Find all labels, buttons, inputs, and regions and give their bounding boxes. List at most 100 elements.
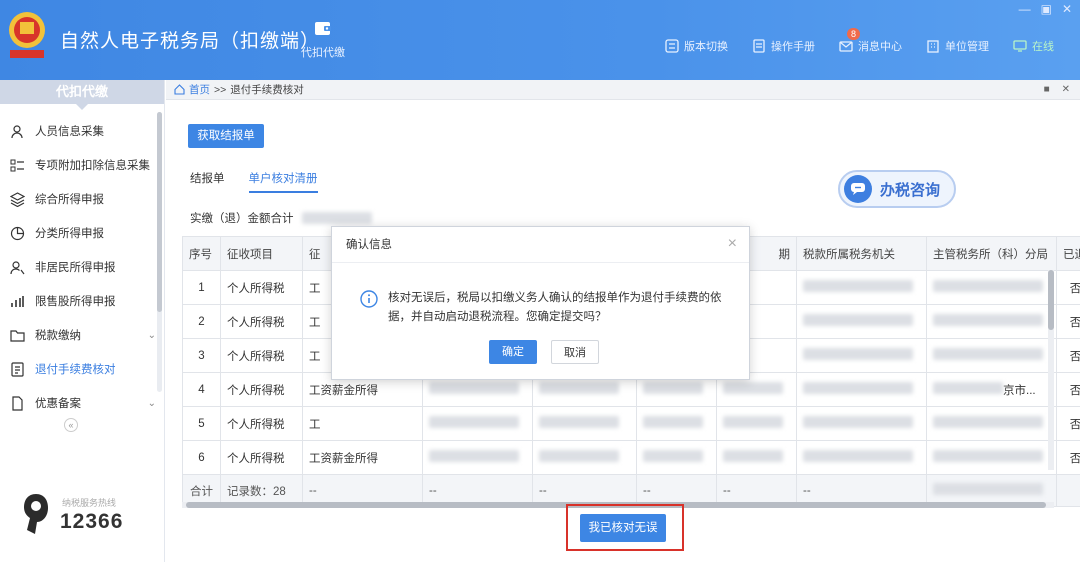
minimize-icon[interactable]: — <box>1019 2 1031 16</box>
sidebar-item-restricted-shares[interactable]: 限售股所得申报 <box>0 284 164 318</box>
withholding-feature-button[interactable]: 代扣代缴 <box>296 18 350 60</box>
cell-office <box>926 270 1057 305</box>
doc-icon <box>12 395 23 411</box>
sidebar-item-preferential-filing[interactable]: 优惠备案 ⌄ <box>0 386 164 420</box>
layers-icon <box>10 191 25 207</box>
chevron-down-icon: ⌄ <box>147 329 156 341</box>
tabs: 结报单 单户核对清册 <box>190 170 318 193</box>
sidebar-item-refund-fee-check[interactable]: 退付手续费核对 <box>0 352 164 386</box>
cell-office <box>926 406 1057 441</box>
restore-icon[interactable]: ▣ <box>1041 2 1052 16</box>
sidebar-item-category-income[interactable]: 分类所得申报 <box>0 216 164 250</box>
sidebar-item-tax-payment[interactable]: 税款缴纳 ⌄ <box>0 318 164 352</box>
close-window-icon[interactable]: ✕ <box>1062 2 1072 16</box>
breadcrumb-home[interactable]: 首页 <box>189 82 210 97</box>
cell-redacted <box>422 406 533 441</box>
hotline-caption: 纳税服务热线 <box>62 498 117 508</box>
person-alt-icon <box>10 260 25 274</box>
cell-no: 6 <box>182 440 221 475</box>
cell-refunded: 否 <box>1056 338 1080 373</box>
cell-no: 3 <box>182 338 221 373</box>
table-vertical-scrollbar[interactable] <box>1048 270 1054 470</box>
dialog-message: 核对无误后，税局以扣缴义务人确认的结报单作为退付手续费的依据，并自动启动退税流程… <box>388 292 722 323</box>
sidebar-item-label: 退付手续费核对 <box>35 364 116 376</box>
sidebar-item-comprehensive-income[interactable]: 综合所得申报 <box>0 182 164 216</box>
cell-redacted <box>532 440 637 475</box>
cell-office <box>926 440 1057 475</box>
table-row[interactable]: 5 个人所得税 工 否 <box>182 406 1080 441</box>
sidebar-menu: 人员信息采集 专项附加扣除信息采集 综合所得申报 分类所得申报 非居民所得申报 … <box>0 114 164 420</box>
sidebar-item-special-deduction[interactable]: 专项附加扣除信息采集 <box>0 148 164 182</box>
sidebar-item-label: 分类所得申报 <box>35 228 104 240</box>
manual-link[interactable]: 操作手册 <box>752 38 815 54</box>
dialog-ok-button[interactable]: 确定 <box>489 340 537 364</box>
feature-button-label: 代扣代缴 <box>301 47 345 59</box>
doc-check-icon <box>11 361 24 377</box>
unit-management-link[interactable]: 单位管理 <box>926 38 989 54</box>
breadcrumb: 首页 >> 退付手续费核对 <box>166 80 1080 100</box>
office-tail: 京市... <box>1003 384 1036 397</box>
header-link-label: 单位管理 <box>945 41 989 53</box>
cell-refunded: 否 <box>1056 440 1080 475</box>
close-tab-icon[interactable]: ✕ <box>1062 84 1070 95</box>
tax-emblem-logo <box>9 12 45 58</box>
chevron-down-icon: ⌄ <box>147 397 156 409</box>
sidebar-item-nonresident-income[interactable]: 非居民所得申报 <box>0 250 164 284</box>
cell-tax-authority <box>796 440 927 475</box>
cell-item: 工 <box>302 406 423 441</box>
breadcrumb-separator: >> <box>214 83 227 96</box>
maximize-tab-icon[interactable]: ■ <box>1044 84 1050 95</box>
cell-project: 个人所得税 <box>220 372 303 407</box>
table-row[interactable]: 6 个人所得税 工资薪金所得 否 <box>182 440 1080 475</box>
manual-icon <box>753 39 765 53</box>
collapse-sidebar-icon[interactable]: « <box>64 418 78 432</box>
cell-office: 京市... <box>926 372 1057 407</box>
header-link-label: 版本切换 <box>684 41 728 53</box>
online-icon <box>1013 40 1027 52</box>
amount-total: 实缴（退）金额合计 <box>190 210 372 226</box>
message-center-link[interactable]: 8 消息中心 <box>839 28 902 54</box>
online-status-link[interactable]: 在线 <box>1013 38 1054 54</box>
footer-cell <box>1056 474 1080 507</box>
cell-tax-authority <box>796 304 927 339</box>
home-icon <box>174 84 185 95</box>
folder-icon <box>10 329 25 342</box>
tab-settlement[interactable]: 结报单 <box>190 170 225 193</box>
cell-refunded: 否 <box>1056 372 1080 407</box>
switch-icon <box>665 39 679 53</box>
column-header: 已退 <box>1056 236 1080 271</box>
sidebar-item-label: 综合所得申报 <box>35 194 104 206</box>
column-header: 主管税务所（科）分局 <box>926 236 1057 271</box>
sidebar-scrollbar[interactable] <box>157 112 162 392</box>
app-title: 自然人电子税务局（扣缴端） <box>60 31 321 52</box>
app-header: 自然人电子税务局（扣缴端） 代扣代缴 版本切换 操作手册 8 消息中心 单位管理 <box>0 0 1080 80</box>
close-icon[interactable]: × <box>728 235 737 253</box>
tax-consult-button[interactable]: 办税咨询 <box>838 170 956 208</box>
cell-tax-authority <box>796 372 927 407</box>
cell-redacted <box>636 440 717 475</box>
sidebar: 代扣代缴 人员信息采集 专项附加扣除信息采集 综合所得申报 分类所得申报 非居民… <box>0 80 165 562</box>
column-header: 税款所属税务机关 <box>796 236 927 271</box>
version-switch-link[interactable]: 版本切换 <box>665 38 728 54</box>
wallet-icon <box>315 22 331 35</box>
cell-item: 工资薪金所得 <box>302 440 423 475</box>
tab-single-check-list[interactable]: 单户核对清册 <box>248 170 318 193</box>
sidebar-item-label: 优惠备案 <box>35 398 81 410</box>
sidebar-item-label: 限售股所得申报 <box>35 296 116 308</box>
sidebar-item-person-info[interactable]: 人员信息采集 <box>0 114 164 148</box>
cell-redacted <box>422 440 533 475</box>
get-settlement-button[interactable]: 获取结报单 <box>188 124 264 148</box>
message-badge: 8 <box>847 28 861 40</box>
cell-no: 5 <box>182 406 221 441</box>
building-icon <box>927 40 939 53</box>
sidebar-item-label: 税款缴纳 <box>35 330 81 342</box>
cell-tax-authority <box>796 338 927 373</box>
sidebar-item-label: 人员信息采集 <box>35 126 104 138</box>
bar-chart-icon <box>11 295 24 307</box>
header-links: 版本切换 操作手册 8 消息中心 单位管理 在线 <box>665 28 1054 54</box>
highlight-box <box>566 504 684 551</box>
cell-tax-authority <box>796 406 927 441</box>
cell-redacted <box>716 406 797 441</box>
breadcrumb-current: 退付手续费核对 <box>230 84 304 96</box>
dialog-cancel-button[interactable]: 取消 <box>551 340 599 364</box>
